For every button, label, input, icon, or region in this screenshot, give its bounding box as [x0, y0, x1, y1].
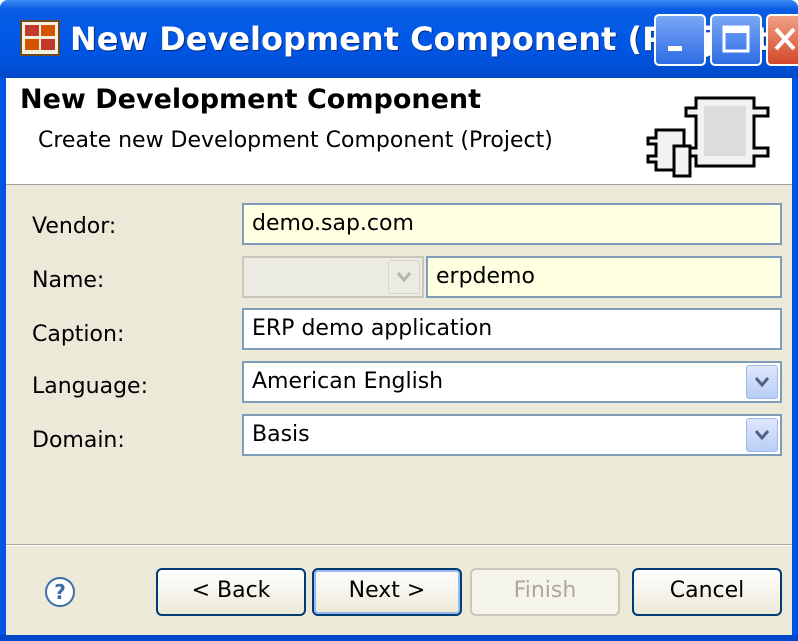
minimize-icon: [668, 46, 682, 51]
maximize-icon: [722, 25, 750, 53]
name-prefix-combo[interactable]: [242, 256, 424, 298]
chevron-down-icon: [754, 430, 770, 441]
window-frame-bottom: [0, 635, 798, 641]
vendor-label: Vendor:: [32, 214, 117, 239]
name-prefix-dropdown-button[interactable]: [388, 260, 420, 294]
close-button[interactable]: [766, 14, 798, 66]
back-button[interactable]: < Back: [156, 568, 306, 616]
title-bar[interactable]: New Development Component (Project): [0, 0, 798, 78]
minimize-button[interactable]: [654, 14, 706, 66]
domain-label: Domain:: [32, 428, 125, 453]
language-dropdown-button[interactable]: [746, 365, 778, 399]
vendor-input[interactable]: demo.sap.com: [242, 203, 782, 245]
svg-text:?: ?: [54, 580, 66, 604]
wizard-banner: New Development Component Create new Dev…: [6, 78, 792, 185]
cancel-button[interactable]: Cancel: [632, 568, 782, 616]
domain-dropdown-button[interactable]: [746, 418, 778, 452]
dialog-window: New Development Component (Project) New …: [0, 0, 798, 641]
domain-value: Basis: [252, 422, 310, 447]
next-button[interactable]: Next >: [312, 568, 462, 616]
name-label: Name:: [32, 268, 105, 293]
language-label: Language:: [32, 374, 148, 399]
chevron-down-icon: [754, 377, 770, 388]
app-icon: [20, 20, 60, 56]
development-component-icon: [646, 96, 770, 178]
caption-input[interactable]: ERP demo application: [242, 308, 782, 350]
name-input[interactable]: erpdemo: [426, 256, 782, 298]
maximize-button[interactable]: [710, 14, 762, 66]
button-bar-separator: [6, 544, 792, 546]
language-select[interactable]: American English: [242, 361, 782, 403]
banner-title: New Development Component: [20, 84, 482, 115]
domain-select[interactable]: Basis: [242, 414, 782, 456]
chevron-down-icon: [396, 272, 412, 283]
finish-button[interactable]: Finish: [470, 568, 620, 616]
help-icon[interactable]: ?: [44, 576, 76, 608]
language-value: American English: [252, 369, 444, 394]
dialog-client-area: New Development Component Create new Dev…: [6, 78, 792, 635]
banner-description: Create new Development Component (Projec…: [38, 128, 553, 153]
close-icon: [774, 27, 796, 51]
caption-label: Caption:: [32, 322, 125, 347]
